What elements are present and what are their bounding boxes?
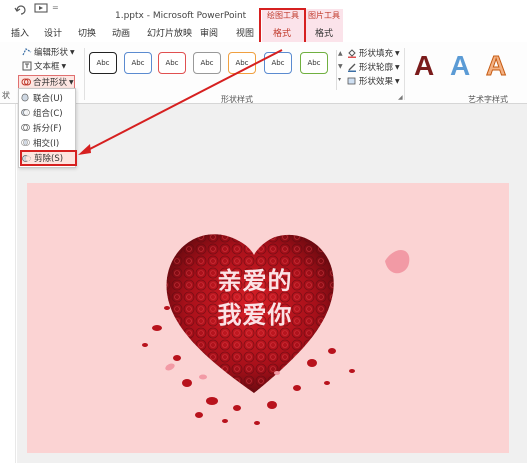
wordart-style-orange[interactable]: A <box>485 50 506 82</box>
merge-shapes-label: 合并形状 <box>33 78 68 88</box>
chevron-down-icon: ▼ <box>61 62 67 70</box>
gallery-more-icon[interactable]: ▾ <box>338 76 341 83</box>
pen-icon <box>347 62 357 72</box>
union-icon <box>21 93 30 102</box>
insert-shapes-group-label: 状 <box>2 91 10 100</box>
window-title: 1.pptx - Microsoft PowerPoint <box>115 11 247 21</box>
shape-outline-button[interactable]: 形状轮廓 ▼ <box>347 61 400 73</box>
chevron-down-icon: ▼ <box>70 48 75 56</box>
separator <box>84 48 85 100</box>
shape-outline-label: 形状轮廓 <box>359 63 394 73</box>
wordart-style-dark-red[interactable]: A <box>414 50 434 82</box>
shape-style-swatch[interactable]: Abc <box>124 52 152 74</box>
tab-animations[interactable]: 动画 <box>112 26 130 39</box>
tab-design[interactable]: 设计 <box>44 26 62 39</box>
undo-icon[interactable] <box>14 3 28 15</box>
chevron-down-icon: ▼ <box>395 49 400 57</box>
shape-effects-button[interactable]: 形状效果 ▼ <box>347 75 400 87</box>
menu-item-label: 相交(I) <box>33 138 60 149</box>
shape-effects-icon <box>347 76 357 86</box>
merge-shapes-dropdown: 联合(U) 组合(C) 拆分(F) 相交(I) 剪除(S) <box>18 88 77 168</box>
menu-item-label: 联合(U) <box>33 93 63 104</box>
menu-item-subtract[interactable]: 剪除(S) <box>20 150 77 166</box>
menu-item-combine[interactable]: 组合(C) <box>21 106 74 119</box>
intersect-icon <box>21 138 30 147</box>
wordart-style-blue[interactable]: A <box>450 50 470 82</box>
tab-view[interactable]: 视图 <box>236 26 254 39</box>
paint-bucket-icon <box>347 48 357 58</box>
format-tab-highlight <box>259 8 306 44</box>
text-box-label: 文本框 <box>34 62 60 72</box>
slide-text-line1: 亲爱的 <box>217 267 293 295</box>
slide-thumbnail-strip <box>0 104 16 463</box>
menu-item-intersect[interactable]: 相交(I) <box>21 136 74 149</box>
menu-item-label: 组合(C) <box>33 108 63 119</box>
text-box-button[interactable]: 文本框 ▼ <box>22 60 66 72</box>
slide-text-line2: 我爱你 <box>217 301 293 329</box>
shape-fill-button[interactable]: 形状填充 ▼ <box>347 47 400 59</box>
shape-style-swatch[interactable]: Abc <box>264 52 292 74</box>
shape-effects-label: 形状效果 <box>359 77 394 87</box>
tab-slideshow[interactable]: 幻灯片放映 <box>147 26 192 39</box>
chevron-down-icon: ▼ <box>395 77 400 85</box>
tab-review[interactable]: 审阅 <box>200 26 218 39</box>
slide[interactable]: 亲爱的 我爱你 <box>27 183 509 453</box>
merge-shapes-icon <box>21 77 31 87</box>
chevron-down-icon: ▼ <box>395 63 400 71</box>
shape-fill-label: 形状填充 <box>359 49 394 59</box>
menu-item-fragment[interactable]: 拆分(F) <box>21 121 74 134</box>
scroll-down-icon[interactable]: ▼ <box>338 63 343 70</box>
chevron-down-icon: ▼ <box>69 78 74 86</box>
slideshow-icon[interactable] <box>34 3 48 15</box>
edit-shape-label: 编辑形状 <box>34 48 69 58</box>
menu-item-label: 剪除(S) <box>34 154 64 164</box>
menu-item-union[interactable]: 联合(U) <box>21 91 74 104</box>
tab-transitions[interactable]: 切换 <box>78 26 96 39</box>
tab-format-picture[interactable]: 格式 <box>315 26 333 39</box>
shape-style-swatch[interactable]: Abc <box>300 52 328 74</box>
shape-style-swatch[interactable]: Abc <box>89 52 117 74</box>
shape-style-swatch[interactable]: Abc <box>228 52 256 74</box>
fragment-icon <box>21 123 30 132</box>
quick-access-dropdown-icon[interactable]: = <box>52 3 66 15</box>
menu-item-label: 拆分(F) <box>33 123 62 134</box>
ribbon: 编辑形状 ▼ 文本框 ▼ 合并形状 ▼ 状 Abc Abc Abc Abc Ab… <box>0 42 527 104</box>
subtract-icon <box>22 154 31 163</box>
edit-shape-icon <box>22 47 32 57</box>
gallery-scroll[interactable]: ▲ ▼ ▾ <box>336 50 344 90</box>
text-box-icon <box>22 61 32 71</box>
tab-insert[interactable]: 插入 <box>11 26 29 39</box>
combine-icon <box>21 108 30 117</box>
scroll-up-icon[interactable]: ▲ <box>338 50 343 57</box>
picture-tools-label: 图片工具 <box>308 11 340 20</box>
merge-shapes-button[interactable]: 合并形状 ▼ <box>21 76 74 88</box>
shape-style-swatch[interactable]: Abc <box>158 52 186 74</box>
separator <box>404 48 405 100</box>
dialog-launcher-icon[interactable]: ◢ <box>398 94 403 101</box>
edit-shape-button[interactable]: 编辑形状 ▼ <box>22 46 75 58</box>
shape-style-swatch[interactable]: Abc <box>193 52 221 74</box>
